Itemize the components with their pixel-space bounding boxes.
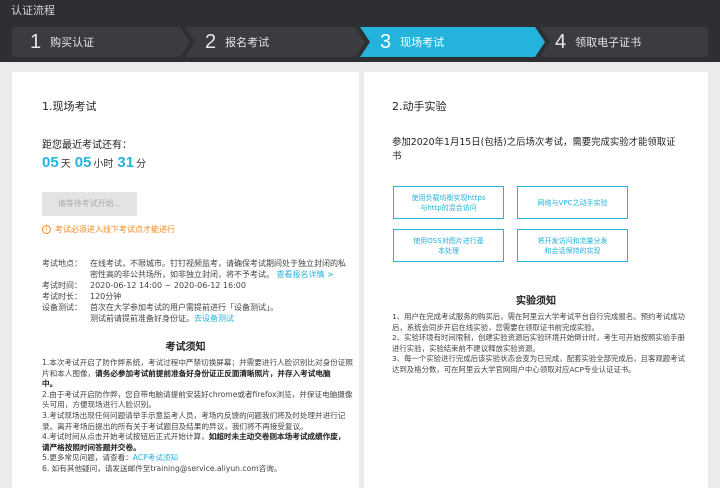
- lab-card-oss[interactable]: 使用OSS对图片进行基 本处理: [393, 229, 504, 262]
- lab-notice-title: 实验须知: [516, 296, 556, 307]
- step-register: 2 报名考试: [205, 30, 270, 53]
- lab-description: 参加2020年1月15日(包括)之后场次考试，需要完成实验才能领取证 书: [392, 137, 676, 162]
- exam-notice-title: 考试须知: [165, 342, 206, 353]
- location-value: 在线考试，不限城市。钉钉视频监考，请确保考试期间处于独立封闭的私: [90, 259, 346, 268]
- warning-icon: !: [42, 225, 51, 234]
- countdown-hours: 05: [74, 154, 92, 171]
- location-label: 考试地点：: [42, 259, 82, 268]
- location-value-2: 密性高的非公共场所，如非独立封闭，将不予考试。 查看报名详情 >: [90, 270, 334, 279]
- exam-duration: 120分钟: [90, 292, 122, 301]
- step-certificate: 4 领取电子证书: [555, 30, 642, 53]
- lab-card-slb[interactable]: 使用负载均衡实现https 与http的混合访问: [393, 186, 504, 219]
- page-header: 认证流程: [0, 0, 720, 22]
- section-title: 2.动手实验: [392, 100, 447, 113]
- device-test-link[interactable]: 去设备测试: [194, 314, 234, 323]
- lab-card-vpc[interactable]: 网络与VPC之动手实验: [517, 186, 628, 219]
- acp-notice-link[interactable]: ACP考试须知: [133, 453, 178, 462]
- exam-warning: ! 考试必须进入线下考试点才能进行: [42, 224, 175, 235]
- step-onsite-exam: 3 现场考试: [380, 30, 445, 53]
- lab-notice-list: 1、用户在完成考试服务的购买后，需在阿里云大学考试平台自行完成报名。预约考试成功…: [392, 312, 685, 374]
- onsite-exam-panel: 1.现场考试 距您最近考试还有： 05 天 05 小时 31 分 请等待考试开始...…: [12, 72, 359, 488]
- progress-steps: 1 购买认证 2 报名考试 3 现场考试 4 领取电子证书: [0, 22, 720, 62]
- step-buy: 1 购买认证: [30, 30, 95, 53]
- page-title: 认证流程: [11, 4, 55, 17]
- start-exam-button[interactable]: 请等待考试开始...: [42, 192, 137, 216]
- countdown-minutes: 31: [117, 154, 135, 171]
- device-test-text-2: 测试前请提前准备好身份证。去设备测试: [90, 314, 234, 323]
- countdown-days: 05: [42, 154, 59, 171]
- device-test-text: 首次在大学参加考试的用户需提前进行「设备测试」。: [90, 303, 278, 312]
- exam-time: 2020-06-12 14:00 ~ 2020-06-12 16:00: [90, 281, 246, 290]
- countdown-label: 距您最近考试还有：: [42, 140, 132, 151]
- section-title: 1.现场考试: [42, 100, 97, 113]
- registration-details-link[interactable]: 查看报名详情 >: [277, 270, 334, 279]
- lab-card-traffic[interactable]: 将开发访问和流量分发 和会话保持的实现: [517, 229, 628, 262]
- countdown: 05 天 05 小时 31 分: [42, 154, 147, 171]
- lab-panel: 2.动手实验 参加2020年1月15日(包括)之后场次考试，需要完成实验才能领取…: [364, 72, 708, 488]
- exam-notice-list: 1.本次考试开启了防作弊系统，考试过程中严禁切换屏幕；并需要进行人脸识别比对身份…: [42, 358, 353, 473]
